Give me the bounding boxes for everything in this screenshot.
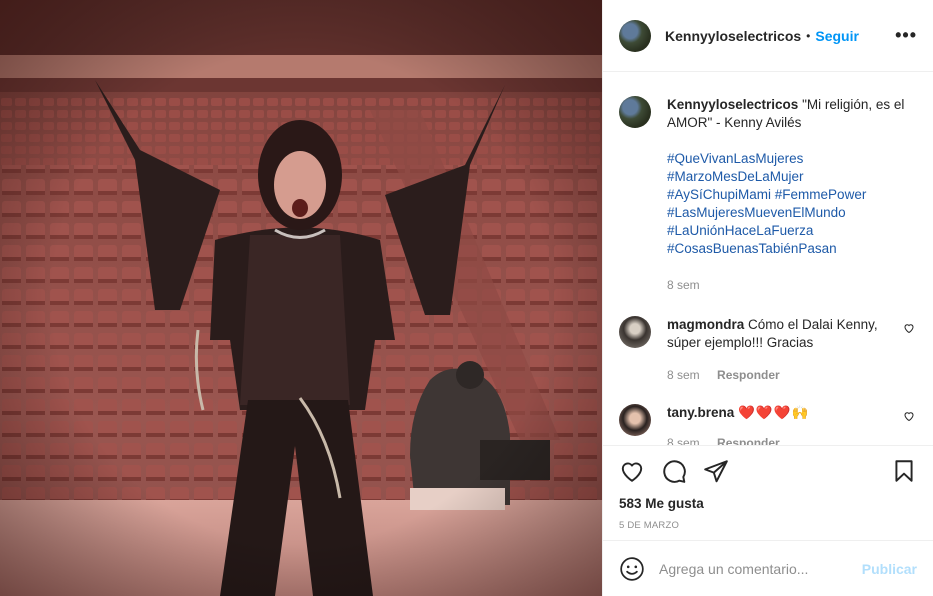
comments-section[interactable]: Kennyyloselectricos "Mi religión, es el … bbox=[603, 72, 933, 445]
caption-row: Kennyyloselectricos "Mi religión, es el … bbox=[619, 96, 917, 294]
post-header: Kennyyloselectricos • Seguir ••• bbox=[603, 0, 933, 72]
concert-stage-photo bbox=[0, 0, 602, 596]
caption-username[interactable]: Kennyyloselectricos bbox=[667, 97, 798, 112]
post-actions: 583 Me gusta 5 DE MARZO bbox=[603, 445, 933, 540]
hashtag-link[interactable]: #LaUniónHaceLaFuerza bbox=[667, 222, 907, 240]
like-comment-icon[interactable] bbox=[903, 410, 915, 422]
post-modal: Kennyyloselectricos • Seguir ••• Kennyyl… bbox=[0, 0, 933, 596]
emoji-icon[interactable] bbox=[619, 556, 645, 582]
hashtag-link[interactable]: #MarzoMesDeLaMujer bbox=[667, 168, 907, 186]
author-username[interactable]: Kennyyloselectricos bbox=[665, 28, 801, 44]
hashtag-link[interactable]: #CosasBuenasTabiénPasan bbox=[667, 240, 907, 258]
comment-icon[interactable] bbox=[661, 458, 687, 484]
reply-button[interactable]: Responder bbox=[717, 436, 780, 445]
add-comment-bar: Agrega un comentario... Publicar bbox=[603, 540, 933, 596]
follow-button[interactable]: Seguir bbox=[815, 28, 859, 44]
hashtag-list: #QueVivanLasMujeres #MarzoMesDeLaMujer #… bbox=[667, 150, 907, 258]
commenter-avatar[interactable] bbox=[619, 316, 651, 348]
hashtag-link[interactable]: #LasMujeresMuevenElMundo bbox=[667, 204, 907, 222]
commenter-username[interactable]: magmondra bbox=[667, 317, 744, 332]
author-avatar[interactable] bbox=[619, 19, 651, 52]
heart-icon[interactable] bbox=[619, 458, 645, 484]
comment-item: tany.brena ❤️❤️❤️🙌 8 sem Responder bbox=[619, 404, 917, 445]
hashtag-link[interactable]: #QueVivanLasMujeres bbox=[667, 150, 907, 168]
header-separator: • bbox=[806, 28, 811, 43]
caption-time[interactable]: 8 sem bbox=[667, 278, 700, 292]
commenter-username[interactable]: tany.brena bbox=[667, 405, 734, 420]
comment-input[interactable]: Agrega un comentario... bbox=[659, 561, 862, 577]
share-icon[interactable] bbox=[703, 458, 729, 484]
caption-avatar[interactable] bbox=[619, 96, 651, 128]
hashtag-link[interactable]: #AySíChupiMami #FemmePower bbox=[667, 186, 907, 204]
reply-button[interactable]: Responder bbox=[717, 368, 780, 382]
commenter-avatar[interactable] bbox=[619, 404, 651, 436]
comment-time[interactable]: 8 sem bbox=[667, 368, 700, 382]
post-photo[interactable] bbox=[0, 0, 602, 596]
comment-time[interactable]: 8 sem bbox=[667, 436, 700, 445]
bookmark-icon[interactable] bbox=[891, 458, 917, 484]
post-comment-button[interactable]: Publicar bbox=[862, 561, 917, 577]
post-sidebar: Kennyyloselectricos • Seguir ••• Kennyyl… bbox=[602, 0, 933, 596]
more-options-icon[interactable]: ••• bbox=[895, 25, 917, 46]
post-date[interactable]: 5 DE MARZO bbox=[619, 520, 917, 531]
comment-text: ❤️❤️❤️🙌 bbox=[738, 405, 810, 420]
like-comment-icon[interactable] bbox=[903, 322, 915, 334]
comment-item: magmondra Cómo el Dalai Kenny, súper eje… bbox=[619, 316, 917, 384]
likes-count[interactable]: 583 Me gusta bbox=[619, 496, 917, 511]
